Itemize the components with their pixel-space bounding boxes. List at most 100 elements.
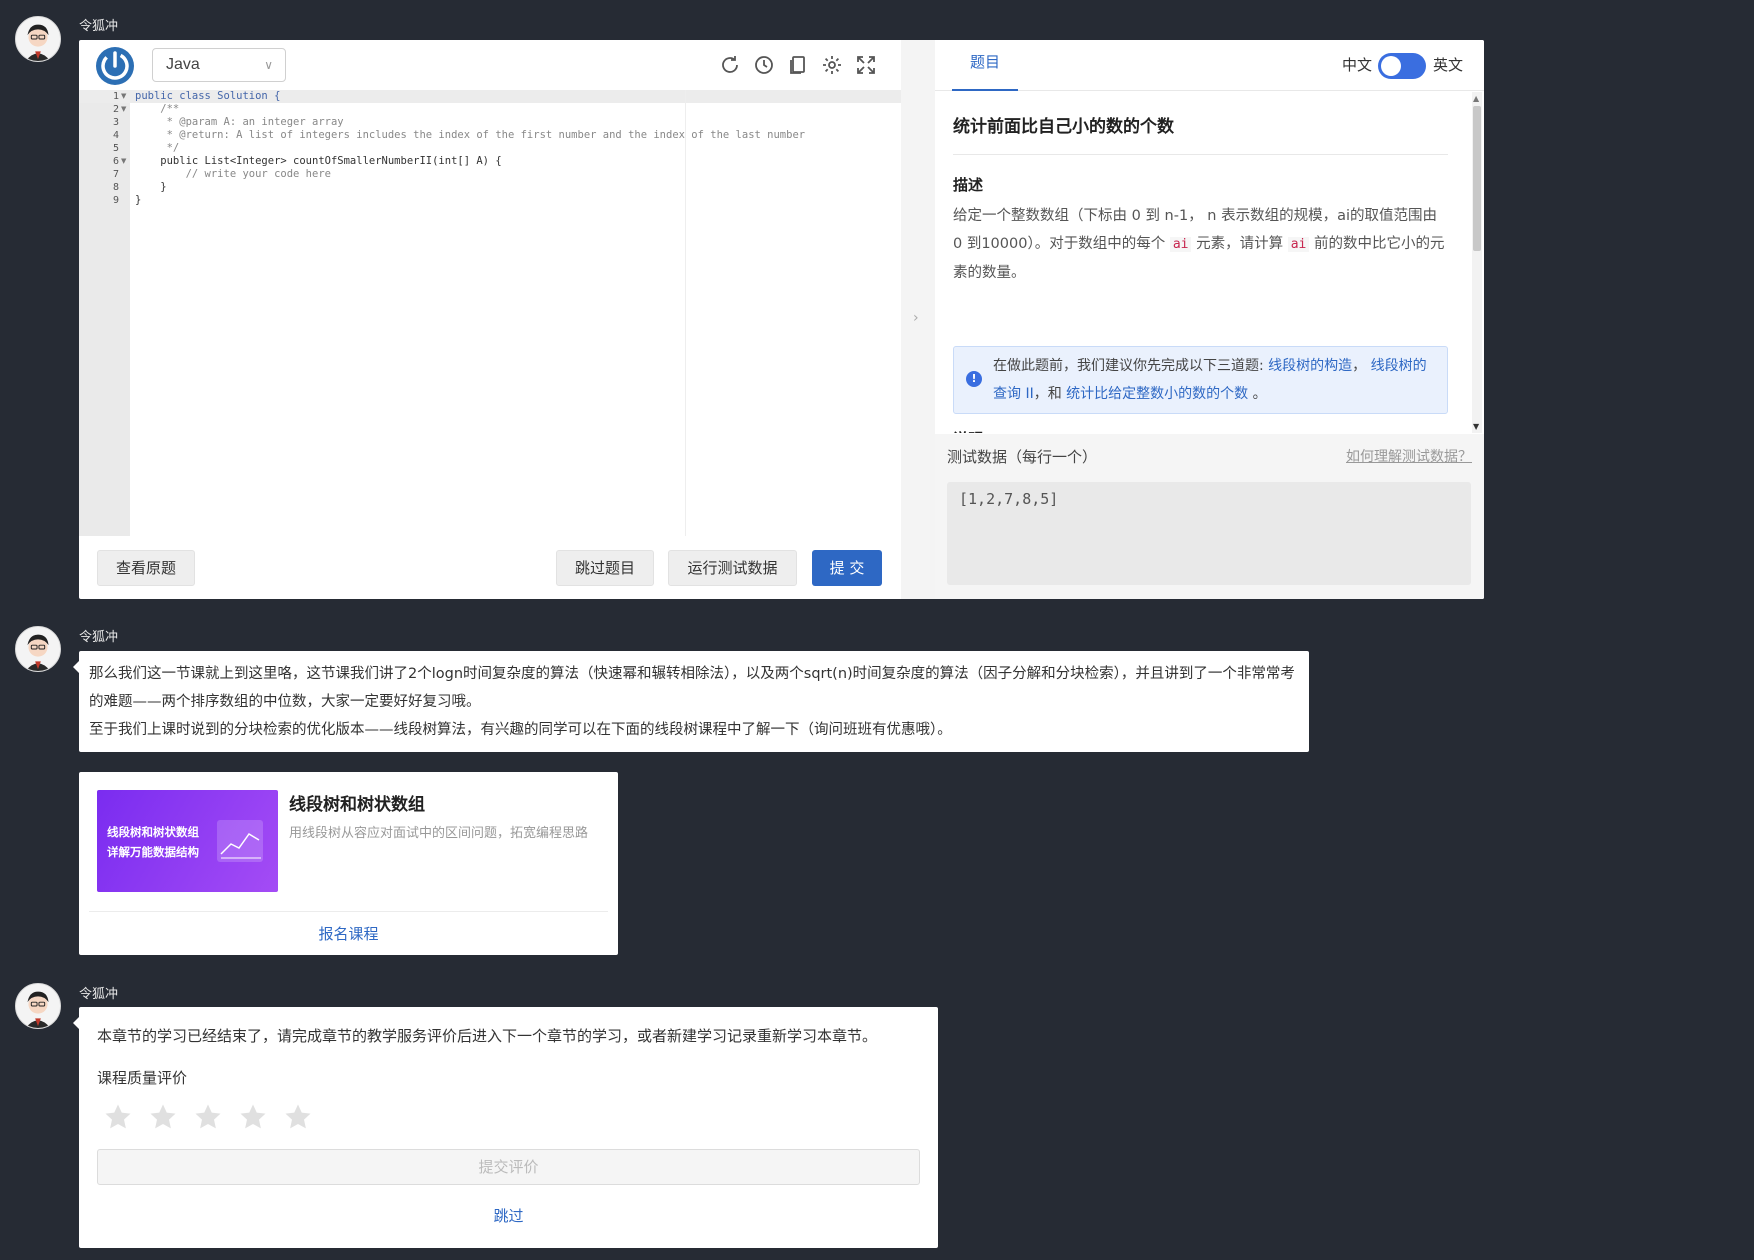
prerequisite-hint: ! 在做此题前，我们建议你先完成以下三道题: 线段树的构造， 线段树的查询 II… xyxy=(953,346,1448,414)
line-number: 6 xyxy=(112,156,119,167)
line-number: 3 xyxy=(112,117,119,128)
enroll-course-link[interactable]: 报名课程 xyxy=(79,923,618,944)
chevron-down-icon: ∨ xyxy=(264,58,273,72)
scroll-down-icon[interactable]: ▼ xyxy=(1473,422,1479,431)
chapter-rating-card: 本章节的学习已经结束了，请完成章节的教学服务评价后进入下一个章节的学习，或者新建… xyxy=(73,1007,938,1248)
test-data-help-link[interactable]: 如何理解测试数据？ xyxy=(1346,446,1472,466)
tab-problem[interactable]: 题目 xyxy=(952,40,1018,91)
message-text: 那么我们这一节课就上到这里咯，这节课我们讲了2个logn时间复杂度的算法（快速幂… xyxy=(89,660,1299,744)
pane-splitter[interactable]: › xyxy=(901,40,935,599)
line-number: 9 xyxy=(112,195,119,206)
fold-arrow-icon[interactable]: ▼ xyxy=(121,90,126,103)
code-line: * @return: A list of integers includes t… xyxy=(135,129,806,141)
star-icon[interactable] xyxy=(103,1102,133,1132)
line-number: 4 xyxy=(112,130,119,141)
test-data-label: 测试数据（每行一个） xyxy=(947,448,1098,466)
message-paragraph: 至于我们上课时说到的分块检索的优化版本——线段树算法，有兴趣的同学可以在下面的线… xyxy=(89,722,952,738)
course-thumbnail[interactable]: 线段树和树状数组 详解万能数据结构 xyxy=(97,790,278,892)
editor-toolbar: Java ∨ xyxy=(79,40,901,90)
course-card[interactable]: 线段树和树状数组 详解万能数据结构 线段树和树状数组 用线段树从容应对面试中的区… xyxy=(79,772,618,955)
course-title[interactable]: 线段树和树状数组 xyxy=(289,790,425,815)
lang-label-en: 英文 xyxy=(1433,56,1464,74)
thumbnail-line: 详解万能数据结构 xyxy=(107,845,199,859)
settings-icon[interactable] xyxy=(820,53,844,77)
inline-code: ai xyxy=(1287,237,1310,252)
chat-message: 那么我们这一节课就上到这里咯，这节课我们讲了2个logn时间复杂度的算法（快速幂… xyxy=(73,651,1309,752)
sender-name: 令狐冲 xyxy=(79,987,119,1002)
submit-button[interactable]: 提 交 xyxy=(812,550,882,586)
view-original-button[interactable]: 查看原题 xyxy=(97,550,195,586)
code-editor-card: Java ∨ 1 2 3 4 5 6 7 8 9 ▼ ▼ ▼ public cl… xyxy=(79,40,1484,599)
hint-text: 在做此题前，我们建议你先完成以下三道题: 线段树的构造， 线段树的查询 II，和… xyxy=(993,352,1438,408)
rating-label: 课程质量评价 xyxy=(97,1069,188,1087)
divider xyxy=(953,154,1448,155)
toggle-knob xyxy=(1381,56,1401,76)
problem-description: 统计前面比自己小的数的个数 描述 给定一个整数数组（下标由 0 到 n-1， n… xyxy=(935,92,1484,433)
hint-link-segment-tree-build[interactable]: 线段树的构造 xyxy=(1268,358,1352,374)
code-line: * @param A: an integer array xyxy=(135,116,344,128)
hint-separator: ， xyxy=(1352,358,1371,374)
language-toggle[interactable] xyxy=(1378,53,1426,79)
code-line: public List<Integer> countOfSmallerNumbe… xyxy=(135,155,502,167)
fullscreen-icon[interactable] xyxy=(854,53,878,77)
problem-pane: 题目 中文 英文 统计前面比自己小的数的个数 描述 给定一个整数数组（下标由 0… xyxy=(935,40,1484,599)
description-text: 给定一个整数数组（下标由 0 到 n-1， n 表示数组的规模，ai的取值范围由… xyxy=(953,202,1448,287)
star-icon[interactable] xyxy=(238,1102,268,1132)
problem-title: 统计前面比自己小的数的个数 xyxy=(953,117,1174,137)
sender-name: 令狐冲 xyxy=(79,630,119,645)
course-thumbnail-text: 线段树和树状数组 详解万能数据结构 xyxy=(107,822,199,862)
thumbnail-line: 线段树和树状数组 xyxy=(107,825,199,839)
line-number: 2 xyxy=(112,104,119,115)
code-line: // write your code here xyxy=(135,168,331,180)
skip-link[interactable]: 跳过 xyxy=(79,1205,938,1226)
code-line: } xyxy=(135,194,142,206)
refresh-icon[interactable] xyxy=(718,53,742,77)
star-icon[interactable] xyxy=(193,1102,223,1132)
course-description: 用线段树从容应对面试中的区间问题，拓宽编程思路 xyxy=(289,826,589,841)
info-icon: ! xyxy=(966,371,982,387)
lang-label-zh: 中文 xyxy=(1342,56,1373,74)
skip-problem-button[interactable]: 跳过题目 xyxy=(556,550,654,586)
copy-icon[interactable] xyxy=(786,53,810,77)
description-heading: 描述 xyxy=(953,176,984,194)
message-paragraph: 那么我们这一节课就上到这里咯，这节课我们讲了2个logn时间复杂度的算法（快速幂… xyxy=(89,666,1295,710)
print-margin xyxy=(685,90,686,536)
code-line: /** xyxy=(135,103,180,115)
inline-code: ai xyxy=(1169,237,1192,252)
submit-rating-button[interactable]: 提交评价 xyxy=(97,1149,920,1185)
line-number: 7 xyxy=(112,169,119,180)
code-editor[interactable]: 1 2 3 4 5 6 7 8 9 ▼ ▼ ▼ public class Sol… xyxy=(79,90,901,536)
hint-suffix: 。 xyxy=(1248,386,1267,402)
scroll-thumb[interactable] xyxy=(1473,106,1481,251)
test-data-input[interactable]: [1,2,7,8,5] xyxy=(947,482,1471,585)
chart-decoration-icon xyxy=(217,820,263,862)
star-icon[interactable] xyxy=(148,1102,178,1132)
line-number: 5 xyxy=(112,143,119,154)
power-logo-icon xyxy=(96,47,134,85)
chapter-complete-text: 本章节的学习已经结束了，请完成章节的教学服务评价后进入下一个章节的学习，或者新建… xyxy=(97,1027,878,1045)
history-icon[interactable] xyxy=(752,53,776,77)
hint-link-count-smaller[interactable]: 统计比给定整数小的数的个数 xyxy=(1066,386,1248,402)
line-number: 1 xyxy=(112,91,119,102)
language-select[interactable]: Java ∨ xyxy=(152,48,286,82)
code-line: */ xyxy=(135,142,180,154)
code-line: } xyxy=(135,181,167,193)
fold-arrow-icon[interactable]: ▼ xyxy=(121,155,126,168)
avatar xyxy=(15,16,61,62)
code-line: public class Solution { xyxy=(135,90,281,102)
divider xyxy=(89,911,608,912)
editor-footer: 查看原题 跳过题目 运行测试数据 提 交 xyxy=(79,536,901,599)
avatar xyxy=(15,626,61,672)
hint-prefix: 在做此题前，我们建议你先完成以下三道题: xyxy=(993,358,1269,374)
problem-scrollbar[interactable]: ▲ ▼ xyxy=(1472,92,1482,433)
sender-name: 令狐冲 xyxy=(79,19,119,34)
run-test-button[interactable]: 运行测试数据 xyxy=(668,550,797,586)
editor-pane: Java ∨ 1 2 3 4 5 6 7 8 9 ▼ ▼ ▼ public cl… xyxy=(79,40,901,599)
star-icon[interactable] xyxy=(283,1102,313,1132)
scroll-up-icon[interactable]: ▲ xyxy=(1473,94,1479,103)
test-data-panel: 测试数据（每行一个） 如何理解测试数据？ [1,2,7,8,5] xyxy=(935,434,1484,599)
explanation-heading: 说明 xyxy=(953,428,983,433)
fold-arrow-icon[interactable]: ▼ xyxy=(121,103,126,116)
problem-tabs: 题目 中文 英文 xyxy=(935,40,1484,91)
chevron-right-icon[interactable]: › xyxy=(913,310,919,326)
